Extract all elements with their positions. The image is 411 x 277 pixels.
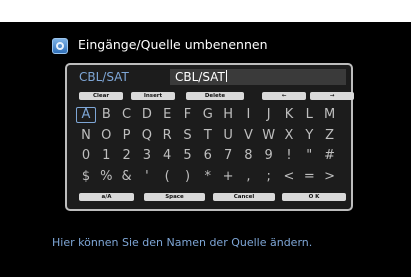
key-3-2[interactable]: & [117, 169, 137, 185]
menu-title: Eingänge/Quelle umbenennen [78, 37, 268, 52]
key-1-2[interactable]: P [117, 128, 137, 144]
key-0-8[interactable]: I [238, 107, 258, 123]
key-1-11[interactable]: Y [299, 128, 319, 144]
key-2-11[interactable]: " [299, 148, 319, 164]
key-2-3[interactable]: 3 [137, 148, 157, 164]
source-label: CBL/SAT [79, 70, 129, 84]
key-1-1[interactable]: O [96, 128, 116, 144]
key-1-0[interactable]: N [76, 128, 96, 144]
key-1-6[interactable]: T [198, 128, 218, 144]
key-1-4[interactable]: R [157, 128, 177, 144]
key-1-5[interactable]: S [178, 128, 198, 144]
key-1-8[interactable]: V [238, 128, 258, 144]
key-3-11[interactable]: = [299, 169, 319, 185]
key-0-11[interactable]: L [299, 107, 319, 123]
key-3-10[interactable]: < [279, 169, 299, 185]
key-0-10[interactable]: K [279, 107, 299, 123]
key-2-12[interactable]: # [320, 148, 340, 164]
key-0-7[interactable]: H [218, 107, 238, 123]
key-0-6[interactable]: G [198, 107, 218, 123]
space-button[interactable]: Space [144, 193, 205, 201]
key-0-4[interactable]: E [157, 107, 177, 123]
name-input-text: CBL/SAT [175, 70, 227, 84]
key-0-5[interactable]: F [178, 107, 198, 123]
cancel-button[interactable]: Cancel [213, 193, 275, 201]
key-3-1[interactable]: % [96, 169, 116, 185]
key-2-5[interactable]: 5 [178, 148, 198, 164]
name-value: CBL/SAT [175, 70, 225, 84]
key-3-12[interactable]: > [320, 169, 340, 185]
key-2-4[interactable]: 4 [157, 148, 177, 164]
key-1-3[interactable]: Q [137, 128, 157, 144]
key-1-10[interactable]: X [279, 128, 299, 144]
key-3-5[interactable]: ) [178, 169, 198, 185]
cursor-right-button[interactable]: → [310, 92, 354, 100]
top-bar [0, 0, 411, 22]
key-3-3[interactable]: ' [137, 169, 157, 185]
key-3-0[interactable]: $ [76, 169, 96, 185]
hint-text: Hier können Sie den Namen der Quelle änd… [52, 236, 313, 249]
cursor-left-button[interactable]: ← [262, 92, 306, 100]
key-1-7[interactable]: U [218, 128, 238, 144]
key-3-8[interactable]: , [238, 169, 258, 185]
key-0-12[interactable]: M [320, 107, 340, 123]
text-cursor [225, 70, 227, 82]
key-2-6[interactable]: 6 [198, 148, 218, 164]
key-2-9[interactable]: 9 [259, 148, 279, 164]
delete-button[interactable]: Delete [186, 92, 244, 100]
key-2-0[interactable]: 0 [76, 148, 96, 164]
key-2-8[interactable]: 8 [238, 148, 258, 164]
key-2-7[interactable]: 7 [218, 148, 238, 164]
input-source-icon [52, 38, 68, 54]
clear-button[interactable]: Clear [79, 92, 123, 100]
ok-button[interactable]: O K [282, 193, 346, 201]
key-3-6[interactable]: * [198, 169, 218, 185]
insert-button[interactable]: Insert [131, 92, 175, 100]
key-0-9[interactable]: J [259, 107, 279, 123]
key-0-3[interactable]: D [137, 107, 157, 123]
key-1-12[interactable]: Z [320, 128, 340, 144]
key-2-1[interactable]: 1 [96, 148, 116, 164]
key-2-2[interactable]: 2 [117, 148, 137, 164]
key-2-10[interactable]: ! [279, 148, 299, 164]
key-3-4[interactable]: ( [157, 169, 177, 185]
key-3-7[interactable]: + [218, 169, 238, 185]
key-0-1[interactable]: B [96, 107, 116, 123]
key-3-9[interactable]: ; [259, 169, 279, 185]
key-0-0[interactable]: A [76, 107, 96, 123]
case-toggle-button[interactable]: a/A [79, 193, 134, 201]
key-1-9[interactable]: W [259, 128, 279, 144]
key-0-2[interactable]: C [117, 107, 137, 123]
